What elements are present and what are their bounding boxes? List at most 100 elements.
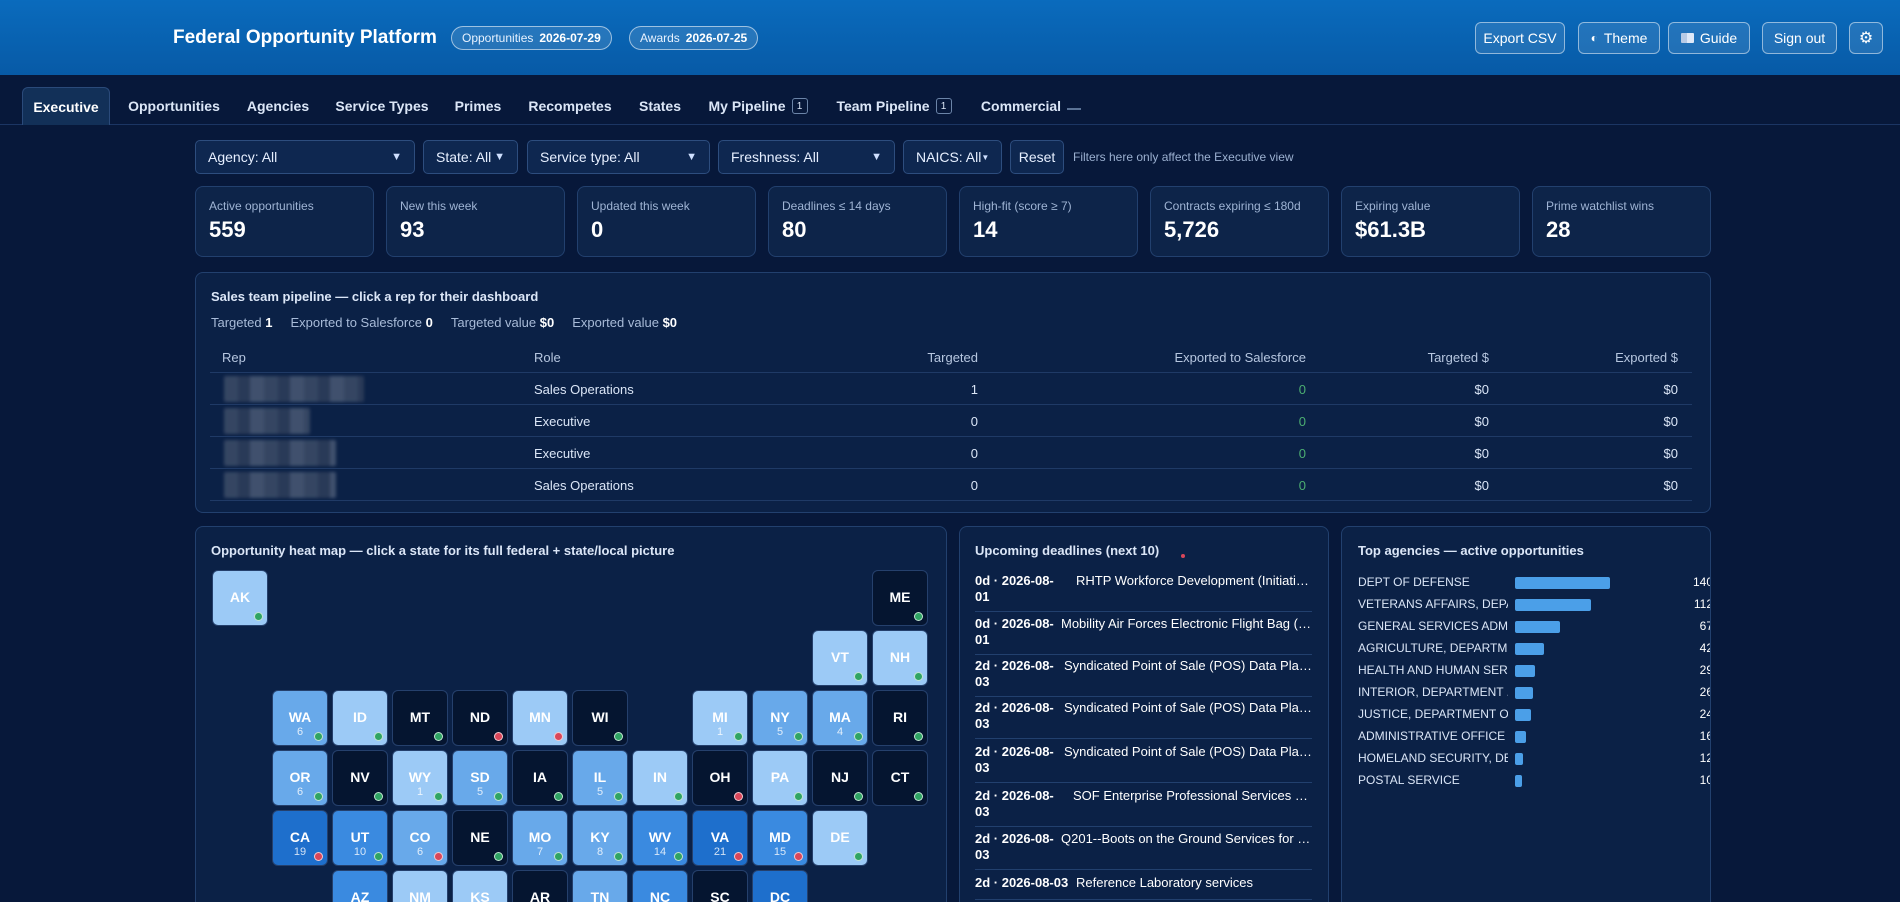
table-row[interactable]: Executive 0 0 $0 $0: [210, 437, 1692, 469]
deadline-item[interactable]: 0d · 2026-08-01 Mobility Air Forces Elec…: [975, 616, 1312, 655]
state-tile-ma[interactable]: MA 4: [812, 690, 868, 746]
state-tile-ks[interactable]: KS: [452, 870, 508, 902]
table-row[interactable]: Sales Operations 1 0 $0 $0: [210, 373, 1692, 405]
deadline-item[interactable]: 2d · 2026-08-03 Syndicated Point of Sale…: [975, 744, 1312, 783]
state-filter-select[interactable]: State: All ▼: [423, 140, 518, 174]
state-tile-ia[interactable]: IA: [512, 750, 568, 806]
tab-executive[interactable]: Executive: [22, 87, 110, 125]
deadline-item[interactable]: 2d · 2026-08-03 Q201--Boots on the Groun…: [975, 831, 1312, 870]
state-tile-oh[interactable]: OH: [692, 750, 748, 806]
sign-out-button[interactable]: Sign out: [1762, 22, 1837, 54]
deadline-item[interactable]: 2d · 2026-08-03 Reference Laboratory ser…: [975, 875, 1312, 900]
state-tile-il[interactable]: IL 5: [572, 750, 628, 806]
agency-row[interactable]: HOMELAND SECURITY, DE... 12: [1358, 747, 1710, 769]
state-tile-sc[interactable]: SC: [692, 870, 748, 902]
state-tile-mo[interactable]: MO 7: [512, 810, 568, 866]
state-tile-in[interactable]: IN: [632, 750, 688, 806]
state-tile-ky[interactable]: KY 8: [572, 810, 628, 866]
state-tile-ut[interactable]: UT 10: [332, 810, 388, 866]
state-tile-nh[interactable]: NH: [872, 630, 928, 686]
agency-row[interactable]: GENERAL SERVICES ADMI... 67: [1358, 615, 1710, 637]
state-tile-nc[interactable]: NC: [632, 870, 688, 902]
deadline-item[interactable]: 0d · 2026-08-01 RHTP Workforce Developme…: [975, 573, 1312, 612]
tab-states[interactable]: States: [630, 87, 690, 125]
deadline-item[interactable]: 2d · 2026-08-03 Syndicated Point of Sale…: [975, 658, 1312, 697]
agency-row[interactable]: ADMINISTRATIVE OFFICE ... 16: [1358, 725, 1710, 747]
state-tile-pa[interactable]: PA: [752, 750, 808, 806]
agency-row[interactable]: JUSTICE, DEPARTMENT OF 24: [1358, 703, 1710, 725]
state-tile-va[interactable]: VA 21: [692, 810, 748, 866]
exported-cell: 0: [1298, 382, 1306, 397]
tab-label: Executive: [33, 98, 99, 115]
tab-recompetes[interactable]: Recompetes: [523, 87, 617, 125]
state-tile-id[interactable]: ID: [332, 690, 388, 746]
status-dot-green: [914, 732, 923, 741]
tab-commercial[interactable]: Commercial: [975, 87, 1087, 125]
state-tile-az[interactable]: AZ: [332, 870, 388, 902]
table-row[interactable]: Executive 0 0 $0 $0: [210, 405, 1692, 437]
tab-opportunities[interactable]: Opportunities: [120, 87, 228, 125]
state-abbr: ME: [889, 589, 911, 605]
state-tile-md[interactable]: MD 15: [752, 810, 808, 866]
state-tile-wi[interactable]: WI: [572, 690, 628, 746]
settings-button[interactable]: ⚙: [1849, 22, 1883, 54]
state-abbr: CT: [890, 769, 910, 785]
tab-primes[interactable]: Primes: [446, 87, 510, 125]
state-tile-nd[interactable]: ND: [452, 690, 508, 746]
state-tile-ny[interactable]: NY 5: [752, 690, 808, 746]
state-tile-ar[interactable]: AR: [512, 870, 568, 902]
state-tile-me[interactable]: ME: [872, 570, 928, 626]
agency-row[interactable]: VETERANS AFFAIRS, DEPA... 112: [1358, 593, 1710, 615]
state-tile-nj[interactable]: NJ: [812, 750, 868, 806]
state-abbr: NM: [409, 889, 431, 902]
state-tile-tn[interactable]: TN: [572, 870, 628, 902]
service-type-filter-select[interactable]: Service type: All ▼: [527, 140, 710, 174]
kpi-label: Deadlines ≤ 14 days: [782, 199, 891, 213]
freshness-filter-select[interactable]: Freshness: All ▼: [718, 140, 895, 174]
table-row[interactable]: Sales Operations 0 0 $0 $0: [210, 469, 1692, 501]
state-tile-ca[interactable]: CA 19: [272, 810, 328, 866]
deadline-item[interactable]: 2d · 2026-08-03 Syndicated Point of Sale…: [975, 700, 1312, 739]
kpi-value: 559: [209, 217, 246, 242]
guide-button[interactable]: Guide: [1668, 22, 1750, 54]
state-tile-dc[interactable]: DC: [752, 870, 808, 902]
agency-row[interactable]: HEALTH AND HUMAN SER... 29: [1358, 659, 1710, 681]
status-dot-red: [734, 792, 743, 801]
state-tile-nm[interactable]: NM: [392, 870, 448, 902]
export-csv-button[interactable]: Export CSV: [1475, 22, 1565, 54]
naics-filter-select[interactable]: NAICS: All ▼: [903, 140, 1002, 174]
agency-row[interactable]: INTERIOR, DEPARTMENT ... 26: [1358, 681, 1710, 703]
tab-agencies[interactable]: Agencies: [238, 87, 318, 125]
state-tile-ne[interactable]: NE: [452, 810, 508, 866]
column-header: Exported to Salesforce: [1174, 350, 1306, 365]
theme-button[interactable]: ◐ Theme: [1578, 22, 1660, 54]
tab-team-pipeline[interactable]: Team Pipeline 1: [833, 87, 955, 125]
state-tile-wy[interactable]: WY 1: [392, 750, 448, 806]
deadline-date: 0d · 2026-08-01: [975, 573, 1054, 604]
tab-service-types[interactable]: Service Types: [330, 87, 434, 125]
state-tile-mn[interactable]: MN: [512, 690, 568, 746]
state-tile-mt[interactable]: MT: [392, 690, 448, 746]
state-tile-co[interactable]: CO 6: [392, 810, 448, 866]
state-tile-ak[interactable]: AK: [212, 570, 268, 626]
state-abbr: ND: [469, 709, 491, 725]
state-tile-sd[interactable]: SD 5: [452, 750, 508, 806]
state-tile-wa[interactable]: WA 6: [272, 690, 328, 746]
deadline-item[interactable]: 2d · 2026-08-03 SOF Enterprise Professio…: [975, 788, 1312, 827]
state-tile-vt[interactable]: VT: [812, 630, 868, 686]
state-tile-ri[interactable]: RI: [872, 690, 928, 746]
state-abbr: NE: [470, 829, 490, 845]
agency-row[interactable]: AGRICULTURE, DEPARTME... 42: [1358, 637, 1710, 659]
state-tile-nv[interactable]: NV: [332, 750, 388, 806]
tab-my-pipeline[interactable]: My Pipeline 1: [703, 87, 813, 125]
reset-filters-button[interactable]: Reset: [1010, 140, 1064, 174]
agency-row[interactable]: POSTAL SERVICE 10: [1358, 769, 1710, 791]
state-tile-de[interactable]: DE: [812, 810, 868, 866]
state-tile-or[interactable]: OR 6: [272, 750, 328, 806]
agency-row[interactable]: DEPT OF DEFENSE 140: [1358, 571, 1710, 593]
state-tile-wv[interactable]: WV 14: [632, 810, 688, 866]
agency-filter-select[interactable]: Agency: All ▼: [195, 140, 415, 174]
kpi-value: 93: [400, 217, 425, 242]
state-tile-mi[interactable]: MI 1: [692, 690, 748, 746]
state-tile-ct[interactable]: CT: [872, 750, 928, 806]
